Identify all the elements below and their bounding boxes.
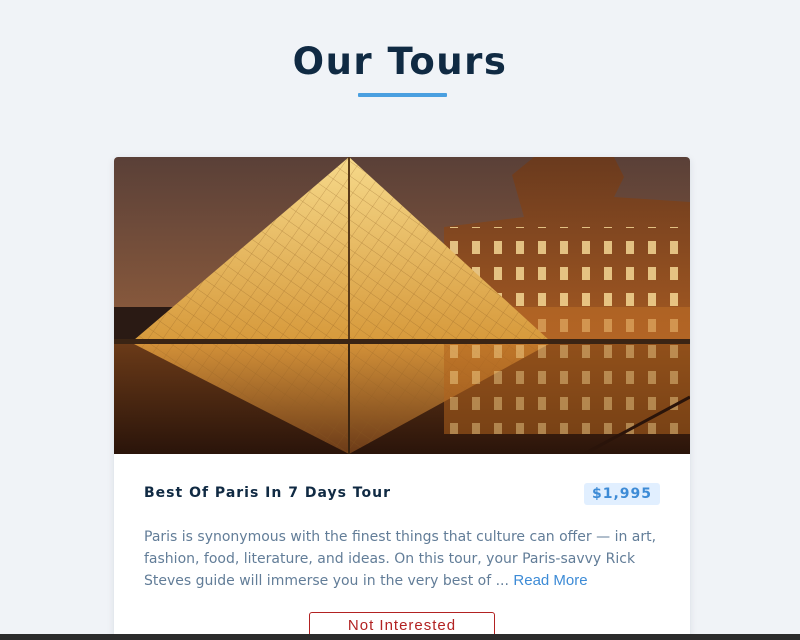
- tour-price-badge: $1,995: [583, 483, 660, 505]
- page-title: Our Tours: [292, 40, 508, 83]
- tour-image: [114, 157, 690, 454]
- tour-card: Best Of Paris In 7 Days Tour $1,995 Pari…: [114, 157, 690, 640]
- tour-description: Paris is synonymous with the finest thin…: [144, 526, 659, 592]
- read-more-link[interactable]: Read More: [513, 572, 587, 589]
- title-underline: [358, 93, 447, 97]
- tour-name: Best Of Paris In 7 Days Tour: [144, 485, 391, 501]
- bottom-edge-bar: [0, 634, 800, 640]
